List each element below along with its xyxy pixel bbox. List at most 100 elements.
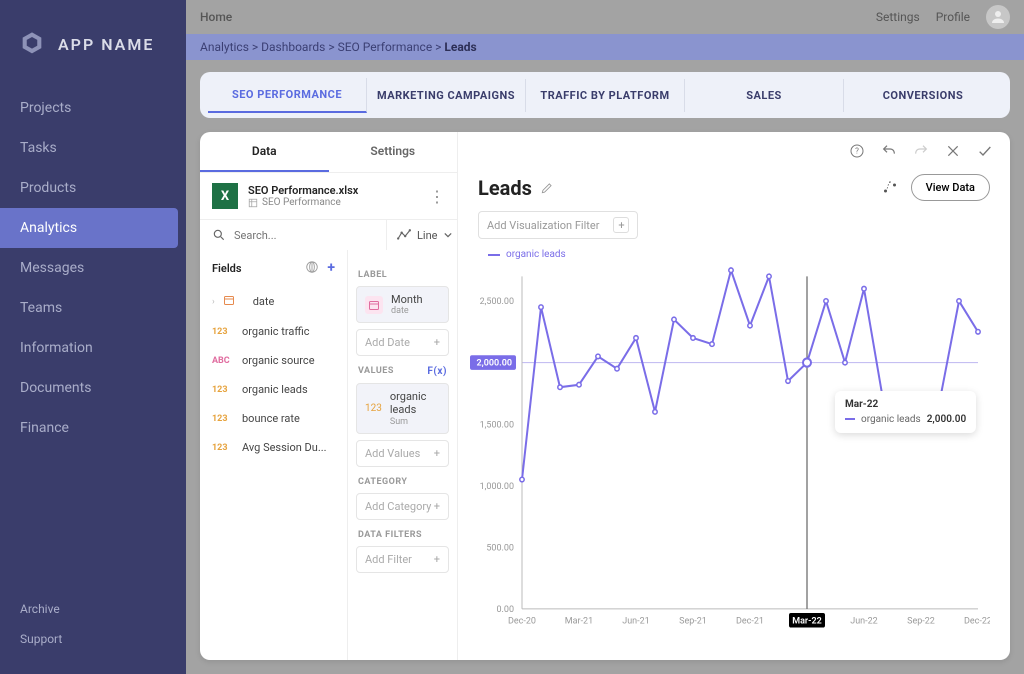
fx-button[interactable]: F(x) — [427, 366, 447, 377]
logo-icon — [18, 30, 46, 58]
view-data-button[interactable]: View Data — [911, 174, 990, 201]
calendar-icon — [365, 296, 383, 314]
undo-icon[interactable] — [880, 142, 898, 160]
sidebar-item-documents[interactable]: Documents — [0, 368, 186, 408]
tab-sales[interactable]: SALES — [685, 79, 844, 112]
breadcrumb-home[interactable]: Home — [200, 10, 232, 24]
file-more-icon[interactable]: ⋮ — [429, 187, 445, 206]
config-filters-title: DATA FILTERS — [358, 530, 447, 540]
svg-text:Mar-21: Mar-21 — [565, 615, 593, 626]
svg-text:Dec-21: Dec-21 — [736, 615, 764, 626]
field-organic-source[interactable]: ABCorganic source — [200, 346, 347, 375]
svg-text:Dec-22: Dec-22 — [964, 615, 990, 626]
tab-conversions[interactable]: CONVERSIONS — [844, 79, 1002, 112]
edit-title-icon[interactable] — [540, 181, 554, 195]
close-icon[interactable] — [944, 142, 962, 160]
chart-canvas[interactable]: 0.00 500.00 1,000.00 1,500.00 2,000.00 2,500.… — [470, 266, 990, 640]
chart-type-selector[interactable]: Line — [387, 220, 462, 250]
sidebar-item-information[interactable]: Information — [0, 328, 186, 368]
svg-text:2,500.00: 2,500.00 — [480, 296, 514, 307]
add-viz-filter[interactable]: Add Visualization Filter + — [478, 211, 638, 239]
svg-text:Mar-22: Mar-22 — [792, 615, 821, 626]
chart-toolbar: ? — [458, 132, 1010, 170]
confirm-icon[interactable] — [976, 142, 994, 160]
fields-list: ›date123organic trafficABCorganic source… — [200, 286, 348, 660]
config-category-title: CATEGORY — [358, 477, 447, 487]
svg-text:Sep-22: Sep-22 — [907, 615, 935, 626]
field-organic-leads[interactable]: 123organic leads — [200, 375, 347, 404]
svg-text:Jun-21: Jun-21 — [622, 615, 649, 626]
chart-area: ? Leads View Data Add Visua — [458, 132, 1010, 660]
line-chart-icon — [397, 229, 411, 241]
trend-icon[interactable] — [881, 179, 899, 197]
breadcrumb-path[interactable]: Analytics > Dashboards > SEO Performance… — [200, 40, 444, 54]
dashboard-tabs: SEO PERFORMANCEMARKETING CAMPAIGNSTRAFFI… — [200, 72, 1010, 118]
sidebar-item-products[interactable]: Products — [0, 168, 186, 208]
svg-text:2,000.00: 2,000.00 — [477, 358, 512, 369]
sidebar-item-tasks[interactable]: Tasks — [0, 128, 186, 168]
app-name: APP NAME — [58, 35, 154, 54]
search-input[interactable] — [234, 229, 374, 242]
field-date[interactable]: ›date — [200, 286, 347, 317]
main: Home Settings Profile Analytics > Dashbo… — [186, 0, 1024, 674]
add-filter-button[interactable]: Add Filter+ — [356, 546, 449, 573]
panel-tab-settings[interactable]: Settings — [329, 132, 458, 172]
workspace: DataSettings X SEO Performance.xlsx SEO … — [200, 132, 1010, 660]
logo: APP NAME — [0, 30, 186, 88]
topbar: Home Settings Profile — [186, 0, 1024, 34]
tab-traffic-by-platform[interactable]: TRAFFIC BY PLATFORM — [526, 79, 685, 112]
search-area — [200, 220, 387, 250]
settings-link[interactable]: Settings — [876, 10, 920, 24]
panel-tabs: DataSettings — [200, 132, 457, 173]
file-row: X SEO Performance.xlsx SEO Performance ⋮ — [200, 173, 457, 219]
chart-legend: organic leads — [458, 249, 1010, 266]
nav-bottom: ArchiveSupport — [0, 594, 186, 674]
tab-seo-performance[interactable]: SEO PERFORMANCE — [208, 78, 367, 113]
svg-text:0.00: 0.00 — [496, 604, 514, 615]
tab-marketing-campaigns[interactable]: MARKETING CAMPAIGNS — [367, 79, 526, 112]
config-col: Month date Add Date+ VALUESF(x) 123 orga… — [348, 286, 457, 660]
sidebar: APP NAME ProjectsTasksProductsAnalyticsM… — [0, 0, 186, 674]
svg-text:1,500.00: 1,500.00 — [480, 419, 514, 430]
profile-link[interactable]: Profile — [936, 10, 970, 24]
fields-header: Fields + — [200, 250, 348, 286]
field-organic-traffic[interactable]: 123organic traffic — [200, 317, 347, 346]
nav-main: ProjectsTasksProductsAnalyticsMessagesTe… — [0, 88, 186, 448]
user-icon — [989, 8, 1007, 26]
panel-tab-data[interactable]: Data — [200, 132, 329, 172]
chart-tooltip: Mar-22 organic leads2,000.00 — [835, 391, 976, 433]
globe-icon[interactable] — [305, 260, 319, 274]
number-icon: 123 — [365, 399, 382, 417]
config-label-title: LABEL — [358, 270, 447, 280]
file-name: SEO Performance.xlsx — [248, 184, 358, 197]
svg-text:Sep-21: Sep-21 — [679, 615, 707, 626]
chevron-down-icon — [444, 231, 452, 239]
svg-text:1,000.00: 1,000.00 — [480, 481, 514, 492]
values-field-box[interactable]: 123 organic leads Sum — [356, 383, 449, 433]
breadcrumb: Analytics > Dashboards > SEO Performance… — [186, 34, 1024, 60]
avatar[interactable] — [986, 5, 1010, 29]
sidebar-item-analytics[interactable]: Analytics — [0, 208, 178, 248]
add-date-button[interactable]: Add Date+ — [356, 329, 449, 356]
svg-text:500.00: 500.00 — [486, 542, 514, 553]
search-icon — [212, 228, 226, 242]
field-avg-session-du-[interactable]: 123Avg Session Du... — [200, 433, 347, 462]
svg-text:Jun-22: Jun-22 — [850, 615, 877, 626]
redo-icon[interactable] — [912, 142, 930, 160]
add-field-icon[interactable]: + — [327, 260, 335, 276]
add-values-button[interactable]: Add Values+ — [356, 440, 449, 467]
svg-text:?: ? — [855, 147, 859, 156]
sidebar-item-support[interactable]: Support — [0, 624, 186, 654]
sidebar-item-projects[interactable]: Projects — [0, 88, 186, 128]
sidebar-item-teams[interactable]: Teams — [0, 288, 186, 328]
field-bounce-rate[interactable]: 123bounce rate — [200, 404, 347, 433]
sidebar-item-archive[interactable]: Archive — [0, 594, 186, 624]
label-field-box[interactable]: Month date — [356, 286, 449, 323]
help-icon[interactable]: ? — [848, 142, 866, 160]
sidebar-item-messages[interactable]: Messages — [0, 248, 186, 288]
config-values-title: VALUESF(x) — [358, 366, 447, 377]
data-panel: DataSettings X SEO Performance.xlsx SEO … — [200, 132, 458, 660]
add-category-button[interactable]: Add Category+ — [356, 493, 449, 520]
excel-icon: X — [212, 183, 238, 209]
sidebar-item-finance[interactable]: Finance — [0, 408, 186, 448]
